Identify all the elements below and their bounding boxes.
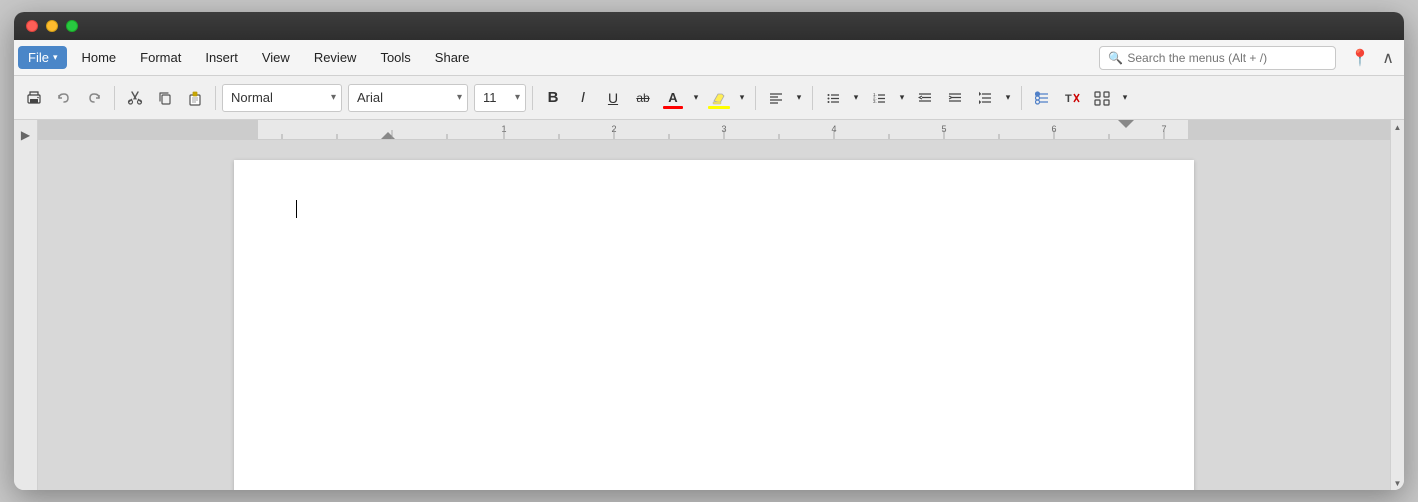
- toolbar-separator-1: [114, 86, 115, 110]
- view-menu[interactable]: View: [250, 46, 302, 69]
- file-menu-chevron: ▾: [53, 52, 58, 63]
- more-options-button[interactable]: [1088, 84, 1116, 112]
- ruler-svg: 1 2 3 4 5 6 7: [38, 120, 1390, 140]
- svg-text:T: T: [1065, 93, 1072, 105]
- maximize-button[interactable]: [66, 20, 78, 32]
- indent-decrease-icon: [918, 91, 932, 105]
- clear-format-icon: T: [1064, 90, 1080, 106]
- paste-button[interactable]: [181, 84, 209, 112]
- title-bar: [14, 12, 1404, 40]
- ruler: 1 2 3 4 5 6 7: [38, 120, 1390, 140]
- style-select[interactable]: Normal Title Heading 1 Heading 2 Heading…: [222, 84, 342, 112]
- styles-icon: [1035, 91, 1049, 105]
- toolbar-separator-2: [215, 86, 216, 110]
- indent-increase-icon: [948, 91, 962, 105]
- copy-button[interactable]: [151, 84, 179, 112]
- scroll-track[interactable]: [1391, 134, 1404, 476]
- toolbar-separator-3: [532, 86, 533, 110]
- bullet-list-button[interactable]: [819, 84, 847, 112]
- home-menu[interactable]: Home: [69, 46, 128, 69]
- highlight-icon: [712, 91, 726, 105]
- clear-format-button[interactable]: T: [1058, 84, 1086, 112]
- print-button[interactable]: [20, 84, 48, 112]
- toolbar: Normal Title Heading 1 Heading 2 Heading…: [14, 76, 1404, 120]
- document-page[interactable]: [234, 160, 1194, 490]
- scroll-down-button[interactable]: ▼: [1391, 476, 1405, 490]
- align-chevron: ▾: [797, 92, 802, 103]
- content-area: ▶ 1 2: [14, 120, 1404, 490]
- underline-button[interactable]: U: [599, 84, 627, 112]
- collapse-icon[interactable]: ∧: [1376, 48, 1400, 68]
- format-menu[interactable]: Format: [128, 46, 193, 69]
- style-select-wrapper[interactable]: Normal Title Heading 1 Heading 2 Heading…: [222, 84, 342, 112]
- insert-menu[interactable]: Insert: [193, 46, 250, 69]
- align-left-icon: [769, 91, 783, 105]
- text-cursor: [296, 200, 297, 218]
- cut-icon: [127, 90, 143, 106]
- search-icon: 🔍: [1108, 51, 1123, 65]
- numbered-list-button[interactable]: 1. 2. 3.: [865, 84, 893, 112]
- scroll-up-button[interactable]: ▲: [1391, 120, 1405, 134]
- location-icon[interactable]: 📍: [1344, 48, 1376, 68]
- font-size-select[interactable]: 8910 1112 141618 2436: [474, 84, 526, 112]
- highlight-color-indicator: [708, 106, 730, 109]
- document-area[interactable]: [38, 140, 1390, 490]
- line-spacing-icon: [978, 91, 992, 105]
- font-color-button[interactable]: A: [659, 84, 687, 112]
- redo-icon: [86, 90, 102, 106]
- indent-decrease-button[interactable]: [911, 84, 939, 112]
- strikethrough-button[interactable]: ab: [629, 84, 657, 112]
- sidebar-toggle[interactable]: ▶: [14, 120, 38, 490]
- italic-button[interactable]: I: [569, 84, 597, 112]
- line-spacing-dropdown[interactable]: ▾: [1001, 84, 1015, 112]
- undo-button[interactable]: [50, 84, 78, 112]
- app-window: File ▾ Home Format Insert View Review To…: [14, 12, 1404, 490]
- sidebar-toggle-icon: ▶: [21, 128, 30, 142]
- font-size-wrapper[interactable]: 8910 1112 141618 2436 ▾: [474, 84, 526, 112]
- search-menus-input[interactable]: [1127, 51, 1327, 65]
- close-button[interactable]: [26, 20, 38, 32]
- numbered-list-icon: 1. 2. 3.: [872, 91, 886, 105]
- bold-button[interactable]: B: [539, 84, 567, 112]
- copy-icon: [157, 90, 173, 106]
- minimize-button[interactable]: [46, 20, 58, 32]
- menu-bar: File ▾ Home Format Insert View Review To…: [14, 40, 1404, 76]
- font-select-wrapper[interactable]: Arial Times New Roman Courier New Georgi…: [348, 84, 468, 112]
- highlight-color-dropdown[interactable]: ▾: [735, 84, 749, 112]
- align-dropdown[interactable]: ▾: [792, 84, 806, 112]
- font-color-dropdown[interactable]: ▾: [689, 84, 703, 112]
- file-menu[interactable]: File ▾: [18, 46, 67, 69]
- align-left-button[interactable]: [762, 84, 790, 112]
- more-options-icon: [1094, 90, 1110, 106]
- bullet-list-icon: [826, 91, 840, 105]
- more-options-dropdown[interactable]: ▾: [1118, 84, 1132, 112]
- bullet-list-dropdown[interactable]: ▾: [849, 84, 863, 112]
- share-menu[interactable]: Share: [423, 46, 482, 69]
- font-color-indicator: [663, 106, 683, 109]
- redo-button[interactable]: [80, 84, 108, 112]
- toolbar-separator-6: [1021, 86, 1022, 110]
- svg-text:3.: 3.: [873, 99, 877, 104]
- search-menus-box[interactable]: 🔍: [1099, 46, 1336, 70]
- tools-menu[interactable]: Tools: [368, 46, 422, 69]
- highlight-chevron: ▾: [740, 92, 745, 103]
- font-select[interactable]: Arial Times New Roman Courier New Georgi…: [348, 84, 468, 112]
- print-icon: [26, 90, 42, 106]
- font-color-chevron: ▾: [694, 92, 699, 103]
- cut-button[interactable]: [121, 84, 149, 112]
- review-menu[interactable]: Review: [302, 46, 369, 69]
- numbered-list-dropdown[interactable]: ▾: [895, 84, 909, 112]
- paste-icon: [187, 90, 203, 106]
- highlight-button[interactable]: [705, 84, 733, 112]
- scrollbar-right[interactable]: ▲ ▼: [1390, 120, 1404, 490]
- toolbar-separator-5: [812, 86, 813, 110]
- indent-increase-button[interactable]: [941, 84, 969, 112]
- toolbar-separator-4: [755, 86, 756, 110]
- line-spacing-button[interactable]: [971, 84, 999, 112]
- file-menu-label: File: [28, 50, 49, 65]
- styles-button[interactable]: [1028, 84, 1056, 112]
- undo-icon: [56, 90, 72, 106]
- main-area: 1 2 3 4 5 6 7: [38, 120, 1390, 490]
